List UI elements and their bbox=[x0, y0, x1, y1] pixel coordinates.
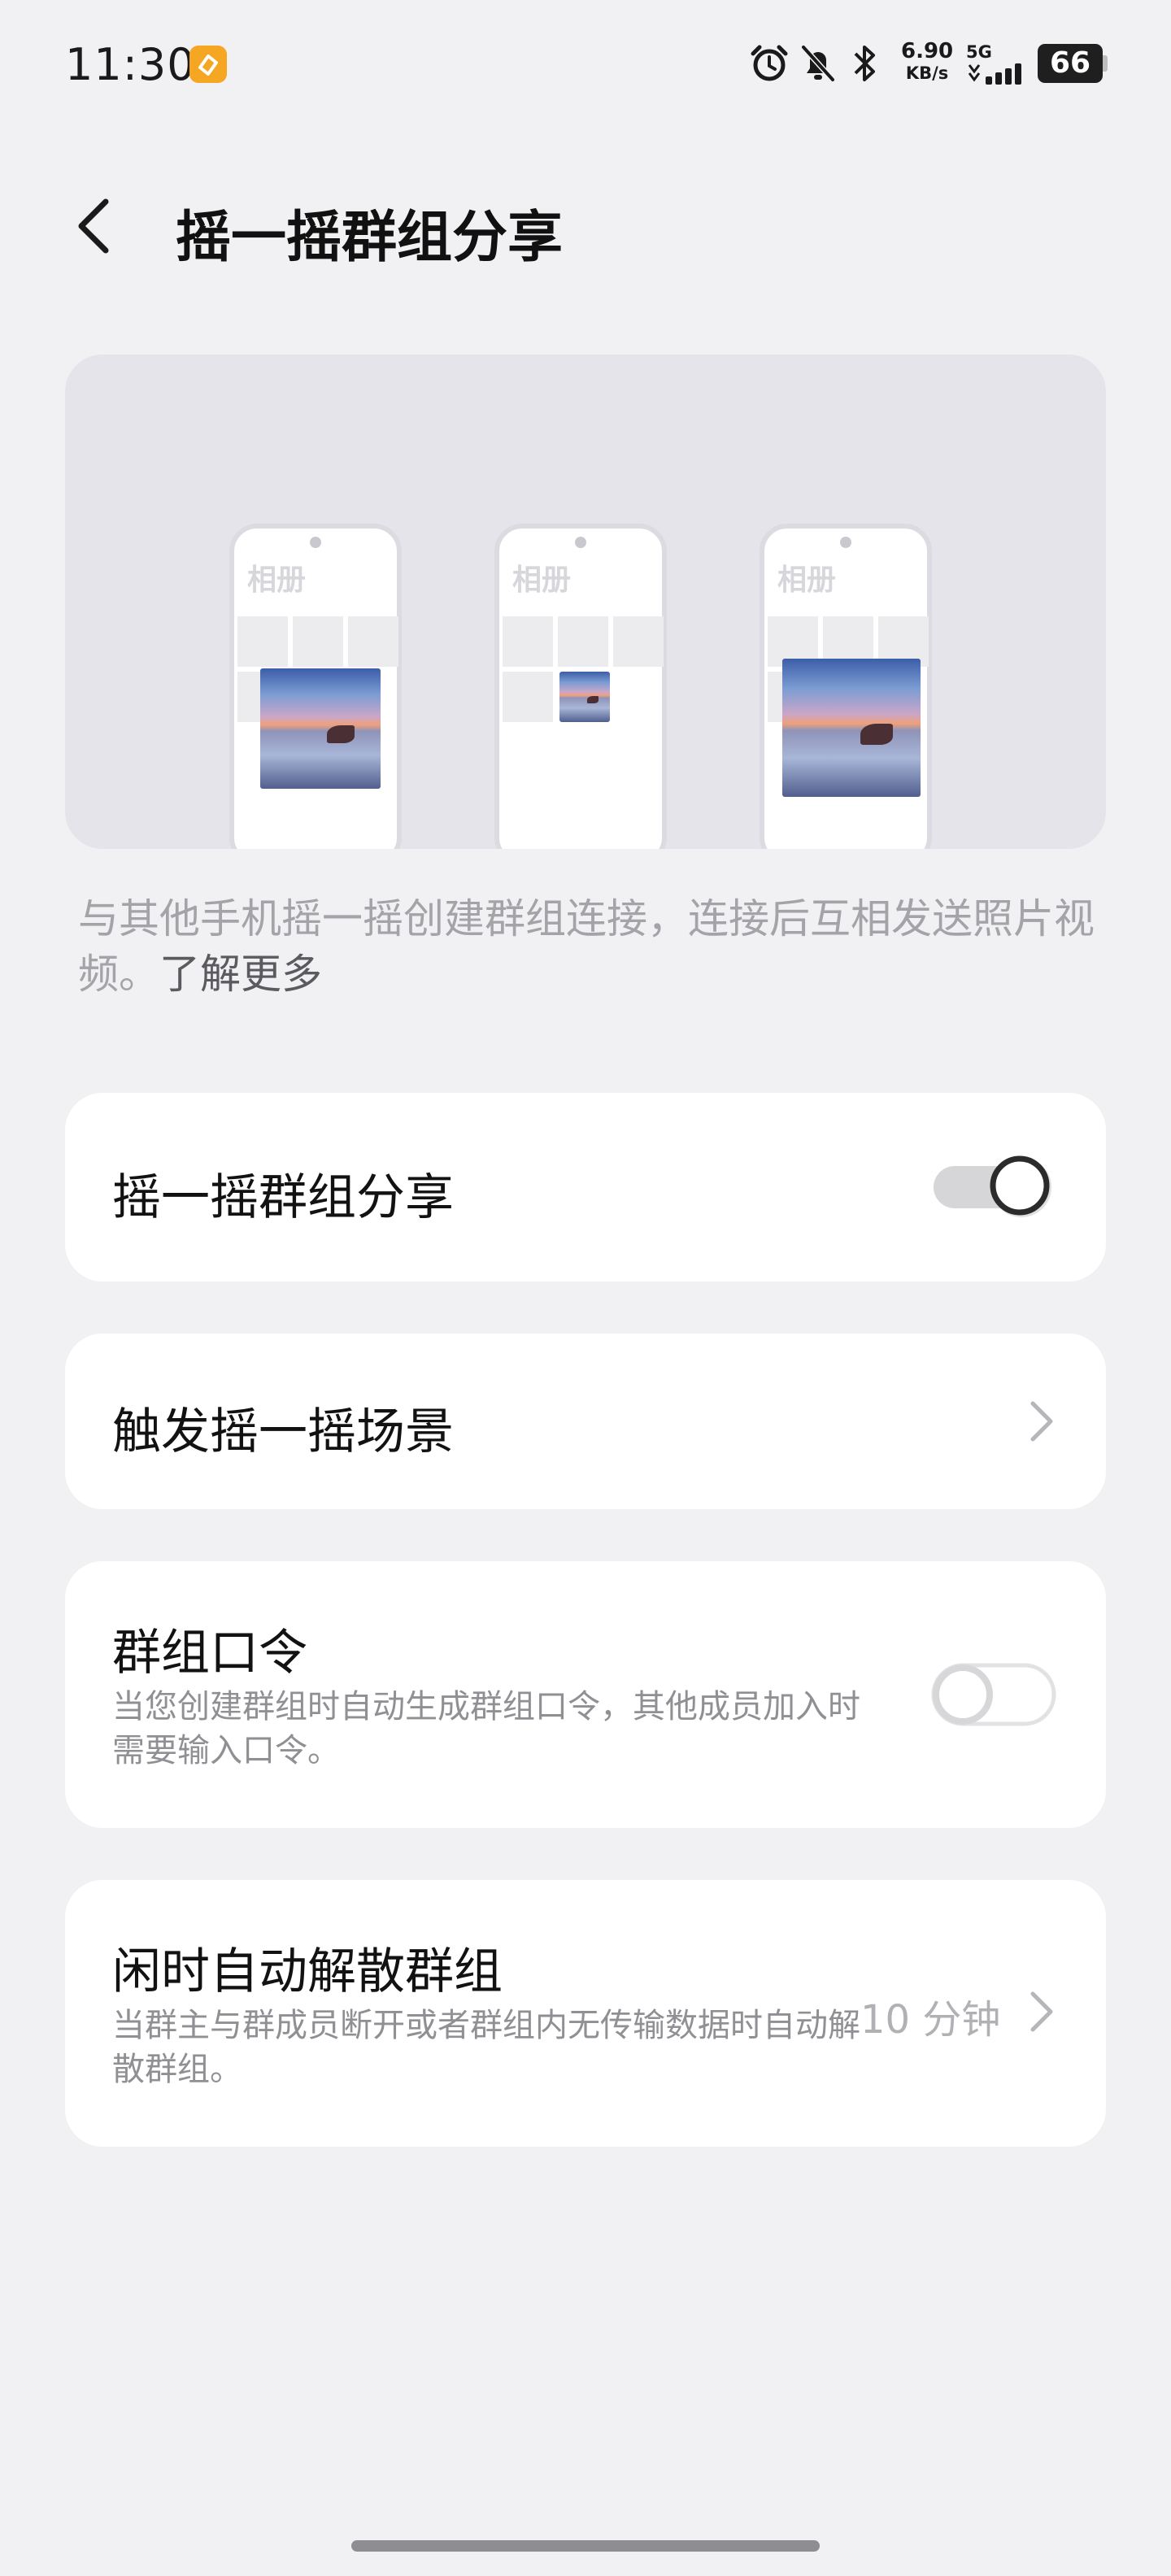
photo-thumbnail bbox=[559, 672, 610, 722]
home-indicator[interactable] bbox=[351, 2540, 820, 2552]
bell-muted-icon bbox=[801, 45, 835, 82]
group-password-subtitle: 当您创建群组时自动生成群组口令，其他成员加入时需要输入口令。 bbox=[112, 1688, 860, 1769]
boat-silhouette bbox=[860, 724, 893, 745]
album-cell bbox=[613, 616, 664, 667]
network-speed-value: 6.90 bbox=[901, 39, 954, 63]
album-cell bbox=[293, 616, 343, 667]
boat-silhouette bbox=[587, 696, 599, 703]
network-type: 5G bbox=[966, 42, 992, 62]
auto-dissolve-row[interactable]: 闲时自动解散群组 当群主与群成员断开或者群组内无传输数据时自动解散群组。 10 … bbox=[65, 1880, 1106, 2147]
phone-notch bbox=[310, 537, 321, 548]
phone-illustration-1: 相册 bbox=[229, 524, 402, 849]
album-label: 相册 bbox=[247, 564, 307, 597]
phone-notch bbox=[575, 537, 586, 548]
phone-illustration-2: 相册 bbox=[494, 524, 667, 849]
page-title: 摇一摇群组分享 bbox=[176, 206, 564, 270]
signal-icon bbox=[968, 63, 1021, 85]
auto-dissolve-title: 闲时自动解散群组 bbox=[112, 1943, 503, 2000]
feature-illustration: 相册 相册 相册 bbox=[65, 355, 1106, 849]
chevron-right-icon bbox=[1030, 1991, 1053, 2032]
group-password-title: 群组口令 bbox=[112, 1625, 307, 1682]
feature-description: 与其他手机摇一摇创建群组连接，连接后互相发送照片视频。了解更多 bbox=[78, 891, 1095, 1002]
bluetooth-icon bbox=[854, 46, 875, 81]
album-label: 相册 bbox=[777, 564, 837, 597]
group-password-toggle[interactable] bbox=[927, 1662, 1057, 1727]
status-time: 11:30 bbox=[65, 39, 196, 90]
photo-thumbnail bbox=[782, 659, 921, 797]
album-cell bbox=[348, 616, 398, 667]
trigger-scene-title: 触发摇一摇场景 bbox=[112, 1403, 454, 1460]
chevron-right-icon bbox=[1030, 1401, 1053, 1442]
alarm-icon bbox=[751, 45, 788, 81]
album-cell bbox=[503, 616, 553, 667]
phone-illustration-3: 相册 bbox=[760, 524, 932, 849]
network-speed-unit: KB/s bbox=[905, 63, 949, 83]
phone-notch bbox=[840, 537, 851, 548]
album-cell bbox=[237, 616, 288, 667]
shake-share-toggle[interactable] bbox=[930, 1155, 1060, 1220]
shake-share-row[interactable]: 摇一摇群组分享 bbox=[65, 1093, 1106, 1281]
photo-thumbnail bbox=[260, 668, 381, 789]
network-speed: 6.90 KB/s bbox=[901, 41, 953, 85]
app-badge-icon bbox=[189, 46, 227, 83]
boat-silhouette bbox=[327, 725, 355, 743]
trigger-scene-row[interactable]: 触发摇一摇场景 bbox=[65, 1334, 1106, 1509]
album-label: 相册 bbox=[512, 564, 572, 597]
album-cell bbox=[558, 616, 608, 667]
battery-icon: 66 bbox=[1038, 44, 1103, 83]
learn-more-link[interactable]: 了解更多 bbox=[159, 951, 322, 998]
album-cell bbox=[503, 672, 553, 722]
auto-dissolve-subtitle: 当群主与群成员断开或者群组内无传输数据时自动解散群组。 bbox=[112, 2007, 860, 2088]
back-button[interactable] bbox=[68, 194, 117, 259]
battery-cap bbox=[1103, 55, 1108, 72]
group-password-row[interactable]: 群组口令 当您创建群组时自动生成群组口令，其他成员加入时需要输入口令。 bbox=[65, 1561, 1106, 1828]
shake-share-title: 摇一摇群组分享 bbox=[112, 1169, 454, 1226]
auto-dissolve-value: 10 分钟 bbox=[860, 1997, 1001, 2043]
